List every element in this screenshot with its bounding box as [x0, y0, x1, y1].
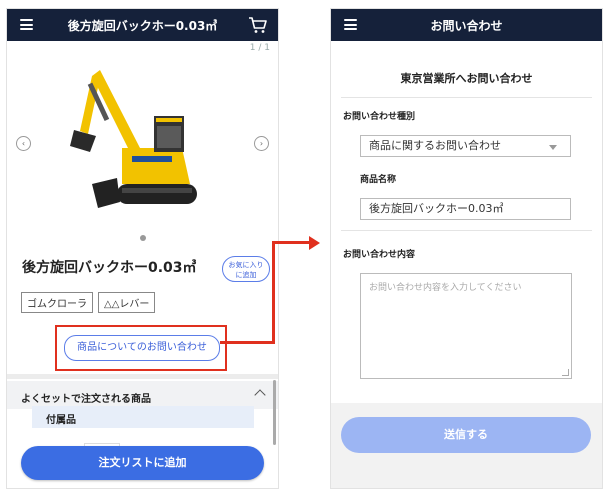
- inquiry-type-select[interactable]: 商品に関するお問い合わせ: [360, 135, 571, 157]
- product-title: 後方旋回バックホー0.03㎥: [22, 260, 197, 276]
- header-title: 後方旋回バックホー0.03㎥: [67, 19, 218, 33]
- inquiry-type-value: 商品に関するお問い合わせ: [369, 139, 501, 152]
- tag-list: ゴムクローラ △△レバー: [21, 292, 156, 313]
- product-detail-screen: 後方旋回バックホー0.03㎥ 1 / 1 ‹ › 後方旋回バックホー0.03㎥ …: [6, 8, 279, 489]
- chevron-right-icon[interactable]: ›: [254, 136, 269, 151]
- connector-line-top: [272, 241, 310, 244]
- scrollbar[interactable]: [273, 380, 276, 445]
- accessory-label: 付属品: [46, 415, 76, 426]
- submit-button[interactable]: 送信する: [341, 417, 591, 453]
- header-title: お問い合わせ: [430, 19, 503, 33]
- dropdown-caret-icon: [549, 145, 557, 150]
- app-header: お問い合わせ: [331, 9, 602, 41]
- connector-arrowhead: [309, 236, 320, 250]
- frequently-bought-title: よくセットで注文される商品: [21, 394, 151, 405]
- chevron-up-icon[interactable]: [254, 389, 266, 401]
- product-image-carousel[interactable]: 1 / 1 ‹ ›: [7, 41, 278, 231]
- app-header: 後方旋回バックホー0.03㎥: [7, 9, 278, 41]
- chevron-left-icon[interactable]: ‹: [16, 136, 31, 151]
- pager-count: 1 / 1: [249, 43, 270, 53]
- cart-icon[interactable]: [248, 15, 268, 35]
- product-name-field[interactable]: 後方旋回バックホー0.03㎥: [360, 198, 571, 220]
- connector-line: [220, 341, 274, 344]
- section-divider: [7, 374, 278, 379]
- connector-line-vertical: [272, 241, 275, 344]
- tag-rubber-crawler: ゴムクローラ: [21, 292, 93, 313]
- carousel-indicator-dot[interactable]: [140, 235, 146, 241]
- tag-lever: △△レバー: [98, 292, 156, 313]
- inquiry-content-textarea[interactable]: お問い合わせ内容を入力してください: [360, 273, 572, 379]
- product-name-label: 商品名称: [360, 175, 397, 185]
- highlight-box: [55, 325, 227, 371]
- resize-handle-icon[interactable]: [562, 369, 569, 376]
- inquiry-form-screen: お問い合わせ 東京営業所へお問い合わせ お問い合わせ種別 商品に関するお問い合わ…: [330, 8, 603, 489]
- divider: [341, 97, 592, 98]
- divider: [341, 230, 592, 231]
- textarea-placeholder: お問い合わせ内容を入力してください: [369, 283, 522, 293]
- add-to-order-list-button[interactable]: 注文リストに追加: [21, 446, 264, 480]
- inquiry-type-label: お問い合わせ種別: [343, 112, 416, 122]
- accessory-row[interactable]: 付属品: [32, 406, 254, 428]
- inquiry-content-label: お問い合わせ内容: [343, 250, 416, 260]
- office-heading: 東京営業所へお問い合わせ: [400, 72, 533, 85]
- favorite-button[interactable]: お気に入り に追加: [222, 256, 270, 282]
- frequently-bought-header[interactable]: よくセットで注文される商品: [7, 381, 278, 409]
- excavator-image: [70, 70, 197, 208]
